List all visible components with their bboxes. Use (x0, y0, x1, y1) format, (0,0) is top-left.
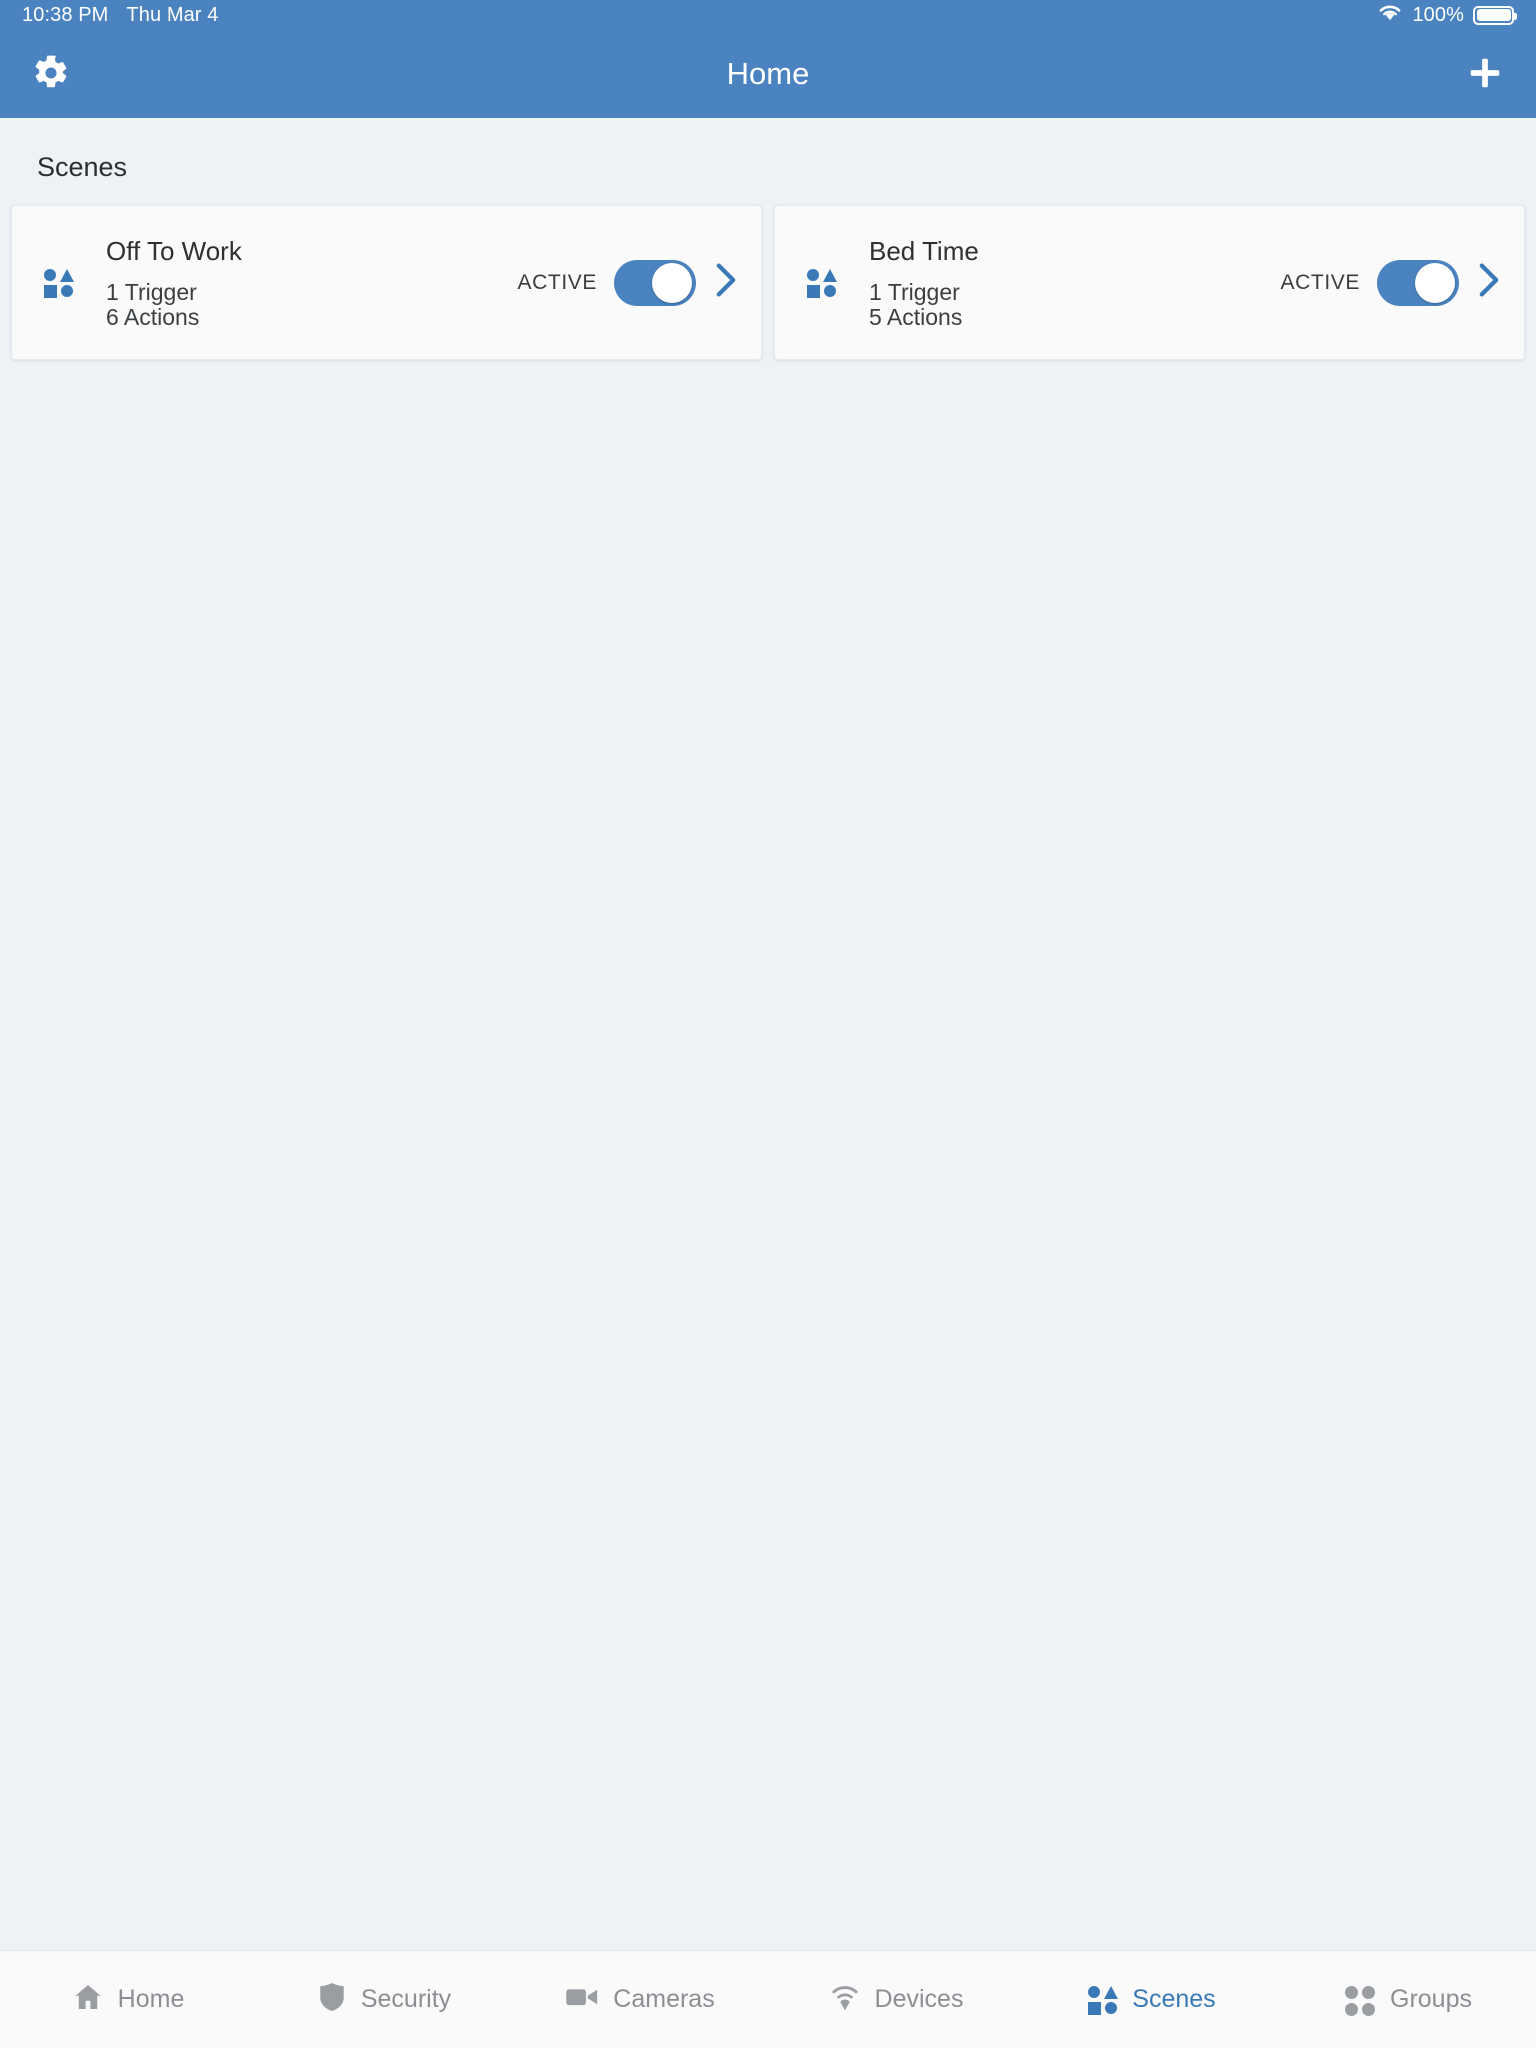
wifi-icon (1377, 3, 1403, 28)
scenes-shapes-icon (807, 268, 837, 298)
chevron-right-icon[interactable] (1476, 262, 1502, 303)
scene-card[interactable]: Bed Time 1 Trigger 5 Actions ACTIVE (774, 205, 1525, 360)
scene-card-texts: Off To Work 1 Trigger 6 Actions (106, 236, 242, 329)
scene-trigger-count: 1 Trigger (869, 278, 960, 305)
groups-dots-icon (1344, 1984, 1376, 2016)
shield-icon (317, 1981, 347, 2018)
tab-label: Home (117, 1985, 185, 2013)
tab-label: Security (360, 1985, 452, 2013)
scenes-card-row: Off To Work 1 Trigger 6 Actions ACTIVE B… (0, 183, 1536, 360)
tab-label: Cameras (613, 1985, 715, 2013)
tab-bar: Home Security Cameras Devices Scenes Gro… (0, 1950, 1536, 2048)
status-bar: 10:38 PM Thu Mar 4 100% (0, 0, 1536, 30)
scenes-shapes-icon (44, 268, 74, 298)
scene-card[interactable]: Off To Work 1 Trigger 6 Actions ACTIVE (11, 205, 762, 360)
tab-devices[interactable]: Devices (768, 1951, 1024, 2048)
scene-trigger-count: 1 Trigger (106, 278, 197, 305)
scene-card-icon-wrap (44, 268, 90, 298)
scene-action-count: 5 Actions (869, 303, 963, 330)
chevron-right-icon[interactable] (713, 262, 739, 303)
scene-card-texts: Bed Time 1 Trigger 5 Actions (869, 236, 979, 329)
tab-home[interactable]: Home (0, 1951, 256, 2048)
page-title: Home (726, 56, 810, 91)
status-bar-right: 100% (1377, 3, 1517, 28)
tab-label: Scenes (1132, 1985, 1216, 2013)
section-title-scenes: Scenes (37, 152, 128, 182)
status-date: Thu Mar 4 (126, 3, 219, 26)
scenes-shapes-icon (1088, 1985, 1119, 2015)
status-time: 10:38 PM (22, 3, 109, 26)
tab-groups[interactable]: Groups (1280, 1951, 1536, 2048)
scene-toggle[interactable] (1377, 259, 1459, 306)
gear-icon (32, 54, 70, 95)
scene-card-controls: ACTIVE (1280, 259, 1502, 306)
scene-action-count: 6 Actions (106, 303, 200, 330)
house-icon (72, 1981, 104, 2018)
scene-card-controls: ACTIVE (517, 259, 739, 306)
scene-name: Off To Work (106, 235, 242, 266)
tab-label: Devices (874, 1985, 964, 2013)
scene-card-icon-wrap (807, 268, 853, 298)
plus-icon (1466, 54, 1504, 95)
battery-icon (1473, 5, 1517, 25)
tab-cameras[interactable]: Cameras (512, 1951, 768, 2048)
battery-percent-label: 100% (1412, 3, 1464, 26)
tab-scenes[interactable]: Scenes (1024, 1951, 1280, 2048)
signal-icon (829, 1981, 861, 2018)
status-bar-left: 10:38 PM Thu Mar 4 (22, 4, 218, 27)
tab-security[interactable]: Security (256, 1951, 512, 2048)
main-content: Scenes Off To Work 1 Trigger 6 Actions A… (0, 118, 1536, 1950)
add-button[interactable] (1460, 49, 1510, 99)
scene-toggle[interactable] (614, 259, 696, 306)
settings-button[interactable] (26, 49, 76, 99)
scene-name: Bed Time (869, 235, 979, 266)
nav-bar: Home (0, 30, 1536, 118)
status-badge: ACTIVE (1280, 270, 1360, 294)
tab-label: Groups (1390, 1985, 1472, 2013)
status-badge: ACTIVE (517, 270, 597, 294)
video-camera-icon (565, 1984, 599, 2015)
